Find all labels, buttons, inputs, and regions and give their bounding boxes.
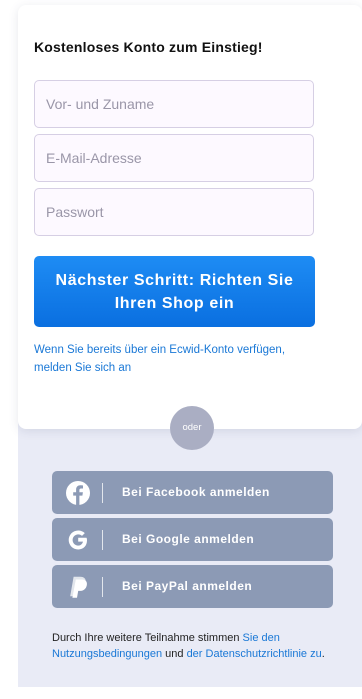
login-link[interactable]: Wenn Sie bereits über ein Ecwid-Konto ve… (34, 341, 324, 377)
terms-prefix: Durch Ihre weitere Teilnahme stimmen (52, 632, 243, 644)
privacy-policy-link[interactable]: der Datenschutzrichtlinie zu (187, 648, 322, 660)
signup-title: Kostenloses Konto zum Einstieg! (34, 39, 263, 55)
terms-middle: und (162, 648, 187, 660)
paypal-login-button[interactable]: Bei PayPal anmelden (52, 565, 333, 608)
google-separator (102, 530, 103, 550)
password-field[interactable]: Passwort (34, 188, 314, 236)
facebook-separator (102, 483, 103, 503)
terms-suffix: . (321, 648, 325, 660)
email-field[interactable]: E-Mail-Adresse (34, 134, 314, 182)
google-login-button[interactable]: Bei Google anmelden (52, 518, 333, 561)
paypal-icon (70, 576, 87, 598)
next-step-button[interactable]: Nächster Schritt: Richten Sie Ihren Shop… (34, 256, 315, 327)
facebook-login-button[interactable]: Bei Facebook anmelden (52, 471, 333, 514)
paypal-separator (102, 577, 103, 597)
paypal-login-label: Bei PayPal anmelden (122, 579, 253, 593)
or-divider-badge: oder (170, 406, 214, 450)
next-step-button-label: Nächster Schritt: Richten Sie Ihren Shop… (55, 271, 294, 312)
signup-page: Kostenloses Konto zum Einstieg! Vor- und… (0, 0, 362, 699)
name-field[interactable]: Vor- und Zuname (34, 80, 314, 128)
google-login-label: Bei Google anmelden (122, 532, 255, 546)
google-icon (68, 530, 87, 550)
facebook-icon (66, 481, 90, 505)
terms-notice: Durch Ihre weitere Teilnahme stimmen Sie… (52, 630, 352, 662)
facebook-login-label: Bei Facebook anmelden (122, 485, 270, 499)
